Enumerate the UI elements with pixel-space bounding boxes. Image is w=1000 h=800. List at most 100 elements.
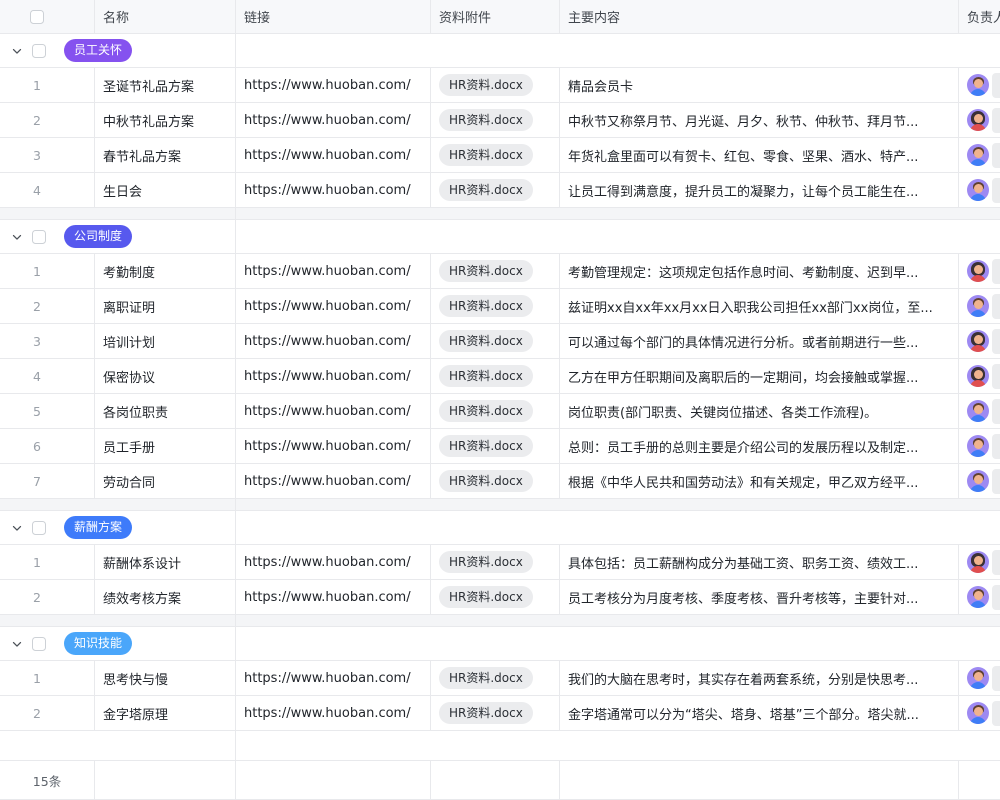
content-cell[interactable]: 乙方在甲方任职期间及离职后的一定期间，均会接触或掌握... bbox=[560, 359, 959, 393]
attachment-cell[interactable]: HR资料.docx bbox=[431, 173, 560, 207]
attachment-chip[interactable]: HR资料.docx bbox=[439, 702, 533, 724]
content-cell[interactable]: 总则：员工手册的总则主要是介绍公司的发展历程以及制定... bbox=[560, 429, 959, 463]
collapse-group-button[interactable] bbox=[9, 229, 25, 245]
link-cell[interactable]: https://www.huoban.com/ bbox=[236, 580, 431, 614]
record-link[interactable]: https://www.huoban.com/ bbox=[236, 439, 411, 454]
attachment-chip[interactable]: HR资料.docx bbox=[439, 179, 533, 201]
name-cell[interactable]: 保密协议 bbox=[95, 359, 236, 393]
attachment-chip[interactable]: HR资料.docx bbox=[439, 400, 533, 422]
attachment-cell[interactable]: HR资料.docx bbox=[431, 254, 560, 288]
link-cell[interactable]: https://www.huoban.com/ bbox=[236, 464, 431, 498]
group-badge[interactable]: 知识技能 bbox=[64, 632, 132, 655]
record-link[interactable]: https://www.huoban.com/ bbox=[236, 671, 411, 686]
group-checkbox[interactable] bbox=[32, 230, 46, 244]
record-link[interactable]: https://www.huoban.com/ bbox=[236, 113, 411, 128]
row-number-cell[interactable]: 5 bbox=[0, 394, 95, 428]
name-cell[interactable]: 圣诞节礼品方案 bbox=[95, 68, 236, 102]
attachment-cell[interactable]: HR资料.docx bbox=[431, 545, 560, 579]
content-cell[interactable]: 员工考核分为月度考核、季度考核、晋升考核等，主要针对... bbox=[560, 580, 959, 614]
group-badge[interactable]: 员工关怀 bbox=[64, 39, 132, 62]
record-link[interactable]: https://www.huoban.com/ bbox=[236, 148, 411, 163]
name-cell[interactable]: 绩效考核方案 bbox=[95, 580, 236, 614]
attachment-chip[interactable]: HR资料.docx bbox=[439, 586, 533, 608]
owner-cell[interactable]: 三 bbox=[959, 464, 1000, 498]
column-header-link[interactable]: 链接 bbox=[236, 0, 431, 33]
group-badge[interactable]: 薪酬方案 bbox=[64, 516, 132, 539]
attachment-cell[interactable]: HR资料.docx bbox=[431, 464, 560, 498]
row-number-cell[interactable]: 1 bbox=[0, 68, 95, 102]
content-cell[interactable]: 我们的大脑在思考时，其实存在着两套系统，分别是快思考... bbox=[560, 661, 959, 695]
owner-cell[interactable]: 三 bbox=[959, 138, 1000, 172]
name-cell[interactable]: 生日会 bbox=[95, 173, 236, 207]
owner-cell[interactable]: 三 bbox=[959, 289, 1000, 323]
attachment-cell[interactable]: HR资料.docx bbox=[431, 103, 560, 137]
name-cell[interactable]: 考勤制度 bbox=[95, 254, 236, 288]
owner-cell[interactable]: 董 bbox=[959, 254, 1000, 288]
record-link[interactable]: https://www.huoban.com/ bbox=[236, 555, 411, 570]
owner-cell[interactable]: 三 bbox=[959, 68, 1000, 102]
attachment-chip[interactable]: HR资料.docx bbox=[439, 260, 533, 282]
column-header-content[interactable]: 主要内容 bbox=[560, 0, 959, 33]
attachment-chip[interactable]: HR资料.docx bbox=[439, 435, 533, 457]
collapse-group-button[interactable] bbox=[9, 520, 25, 536]
attachment-cell[interactable]: HR资料.docx bbox=[431, 580, 560, 614]
name-cell[interactable]: 薪酬体系设计 bbox=[95, 545, 236, 579]
record-link[interactable]: https://www.huoban.com/ bbox=[236, 404, 411, 419]
column-header-owner[interactable]: 负责人 bbox=[959, 0, 1000, 33]
row-number-cell[interactable]: 2 bbox=[0, 696, 95, 730]
row-number-cell[interactable]: 4 bbox=[0, 173, 95, 207]
row-number-cell[interactable]: 1 bbox=[0, 545, 95, 579]
attachment-cell[interactable]: HR资料.docx bbox=[431, 394, 560, 428]
link-cell[interactable]: https://www.huoban.com/ bbox=[236, 103, 431, 137]
link-cell[interactable]: https://www.huoban.com/ bbox=[236, 394, 431, 428]
owner-cell[interactable]: 董 bbox=[959, 324, 1000, 358]
content-cell[interactable]: 金字塔通常可以分为“塔尖、塔身、塔基”三个部分。塔尖就... bbox=[560, 696, 959, 730]
row-number-cell[interactable]: 3 bbox=[0, 324, 95, 358]
content-cell[interactable]: 精品会员卡 bbox=[560, 68, 959, 102]
attachment-chip[interactable]: HR资料.docx bbox=[439, 109, 533, 131]
owner-cell[interactable]: 三 bbox=[959, 173, 1000, 207]
record-link[interactable]: https://www.huoban.com/ bbox=[236, 78, 411, 93]
collapse-group-button[interactable] bbox=[9, 43, 25, 59]
link-cell[interactable]: https://www.huoban.com/ bbox=[236, 429, 431, 463]
name-cell[interactable]: 离职证明 bbox=[95, 289, 236, 323]
owner-cell[interactable]: 董 bbox=[959, 545, 1000, 579]
content-cell[interactable]: 岗位职责(部门职责、关键岗位描述、各类工作流程)。 bbox=[560, 394, 959, 428]
group-checkbox[interactable] bbox=[32, 44, 46, 58]
record-link[interactable]: https://www.huoban.com/ bbox=[236, 183, 411, 198]
record-link[interactable]: https://www.huoban.com/ bbox=[236, 590, 411, 605]
name-cell[interactable]: 金字塔原理 bbox=[95, 696, 236, 730]
record-link[interactable]: https://www.huoban.com/ bbox=[236, 474, 411, 489]
link-cell[interactable]: https://www.huoban.com/ bbox=[236, 254, 431, 288]
attachment-cell[interactable]: HR资料.docx bbox=[431, 68, 560, 102]
record-link[interactable]: https://www.huoban.com/ bbox=[236, 299, 411, 314]
record-link[interactable]: https://www.huoban.com/ bbox=[236, 369, 411, 384]
record-link[interactable]: https://www.huoban.com/ bbox=[236, 334, 411, 349]
group-badge[interactable]: 公司制度 bbox=[64, 225, 132, 248]
name-cell[interactable]: 培训计划 bbox=[95, 324, 236, 358]
attachment-chip[interactable]: HR资料.docx bbox=[439, 470, 533, 492]
owner-cell[interactable]: 董 bbox=[959, 103, 1000, 137]
name-cell[interactable]: 各岗位职责 bbox=[95, 394, 236, 428]
link-cell[interactable]: https://www.huoban.com/ bbox=[236, 138, 431, 172]
attachment-chip[interactable]: HR资料.docx bbox=[439, 551, 533, 573]
link-cell[interactable]: https://www.huoban.com/ bbox=[236, 359, 431, 393]
attachment-chip[interactable]: HR资料.docx bbox=[439, 74, 533, 96]
attachment-cell[interactable]: HR资料.docx bbox=[431, 661, 560, 695]
owner-cell[interactable]: 三 bbox=[959, 394, 1000, 428]
owner-cell[interactable]: 三 bbox=[959, 696, 1000, 730]
name-cell[interactable]: 春节礼品方案 bbox=[95, 138, 236, 172]
column-header-attachment[interactable]: 资料附件 bbox=[431, 0, 560, 33]
link-cell[interactable]: https://www.huoban.com/ bbox=[236, 68, 431, 102]
row-number-cell[interactable]: 1 bbox=[0, 661, 95, 695]
link-cell[interactable]: https://www.huoban.com/ bbox=[236, 173, 431, 207]
content-cell[interactable]: 中秋节又称祭月节、月光诞、月夕、秋节、仲秋节、拜月节... bbox=[560, 103, 959, 137]
link-cell[interactable]: https://www.huoban.com/ bbox=[236, 696, 431, 730]
link-cell[interactable]: https://www.huoban.com/ bbox=[236, 545, 431, 579]
link-cell[interactable]: https://www.huoban.com/ bbox=[236, 289, 431, 323]
record-link[interactable]: https://www.huoban.com/ bbox=[236, 264, 411, 279]
attachment-chip[interactable]: HR资料.docx bbox=[439, 330, 533, 352]
attachment-chip[interactable]: HR资料.docx bbox=[439, 365, 533, 387]
row-number-cell[interactable]: 3 bbox=[0, 138, 95, 172]
attachment-cell[interactable]: HR资料.docx bbox=[431, 289, 560, 323]
